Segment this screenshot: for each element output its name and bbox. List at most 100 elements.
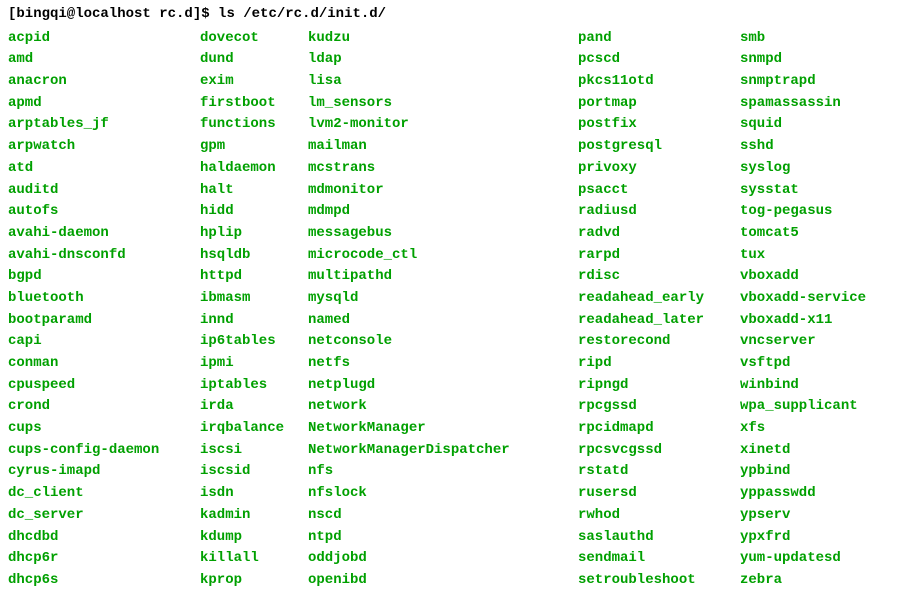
file-entry: tomcat5	[740, 223, 906, 245]
file-entry: network	[308, 396, 578, 418]
file-entry: rarpd	[578, 245, 740, 267]
file-entry: kdump	[200, 527, 308, 549]
file-entry: kadmin	[200, 505, 308, 527]
file-entry: snmptrapd	[740, 71, 906, 93]
file-entry: ldap	[308, 49, 578, 71]
file-entry: readahead_later	[578, 310, 740, 332]
file-entry: netconsole	[308, 331, 578, 353]
file-entry: sshd	[740, 136, 906, 158]
file-entry: ypserv	[740, 505, 906, 527]
file-entry: mysqld	[308, 288, 578, 310]
file-entry: multipathd	[308, 266, 578, 288]
file-entry: dc_server	[8, 505, 200, 527]
file-entry: iscsi	[200, 440, 308, 462]
file-entry: rstatd	[578, 461, 740, 483]
file-entry: pkcs11otd	[578, 71, 740, 93]
file-entry: pcscd	[578, 49, 740, 71]
file-entry: postfix	[578, 114, 740, 136]
file-entry: dhcp6s	[8, 570, 200, 592]
file-entry: spamassassin	[740, 93, 906, 115]
file-entry: hsqldb	[200, 245, 308, 267]
file-entry: netplugd	[308, 375, 578, 397]
file-entry: syslog	[740, 158, 906, 180]
file-entry: rwhod	[578, 505, 740, 527]
ls-output-listing: acpidamdanacronapmdarptables_jfarpwatcha…	[8, 28, 906, 592]
file-entry: iscsid	[200, 461, 308, 483]
file-entry: cyrus-imapd	[8, 461, 200, 483]
file-entry: ip6tables	[200, 331, 308, 353]
file-entry: lisa	[308, 71, 578, 93]
file-entry: arptables_jf	[8, 114, 200, 136]
file-entry: irda	[200, 396, 308, 418]
file-entry: portmap	[578, 93, 740, 115]
file-entry: killall	[200, 548, 308, 570]
file-entry: ipmi	[200, 353, 308, 375]
file-entry: firstboot	[200, 93, 308, 115]
file-entry: arpwatch	[8, 136, 200, 158]
file-entry: yum-updatesd	[740, 548, 906, 570]
file-entry: rpcsvcgssd	[578, 440, 740, 462]
file-entry: nfs	[308, 461, 578, 483]
file-entry: vboxadd-service	[740, 288, 906, 310]
file-entry: oddjobd	[308, 548, 578, 570]
file-entry: dund	[200, 49, 308, 71]
file-entry: nfslock	[308, 483, 578, 505]
file-entry: lm_sensors	[308, 93, 578, 115]
file-entry: tux	[740, 245, 906, 267]
file-entry: cups	[8, 418, 200, 440]
file-entry: kprop	[200, 570, 308, 592]
file-entry: autofs	[8, 201, 200, 223]
file-entry: ripd	[578, 353, 740, 375]
file-entry: dhcp6r	[8, 548, 200, 570]
file-entry: zebra	[740, 570, 906, 592]
file-entry: yppasswdd	[740, 483, 906, 505]
file-entry: cpuspeed	[8, 375, 200, 397]
file-entry: xinetd	[740, 440, 906, 462]
file-entry: squid	[740, 114, 906, 136]
file-entry: vboxadd-x11	[740, 310, 906, 332]
file-entry: tog-pegasus	[740, 201, 906, 223]
file-entry: xfs	[740, 418, 906, 440]
file-entry: microcode_ctl	[308, 245, 578, 267]
file-entry: rusersd	[578, 483, 740, 505]
file-entry: isdn	[200, 483, 308, 505]
file-entry: postgresql	[578, 136, 740, 158]
file-entry: vsftpd	[740, 353, 906, 375]
listing-column-2: dovecotdundeximfirstbootfunctionsgpmhald…	[200, 28, 308, 592]
file-entry: capi	[8, 331, 200, 353]
file-entry: innd	[200, 310, 308, 332]
file-entry: rdisc	[578, 266, 740, 288]
file-entry: functions	[200, 114, 308, 136]
file-entry: setroubleshoot	[578, 570, 740, 592]
terminal-prompt-line: [bingqi@localhost rc.d]$ ls /etc/rc.d/in…	[8, 4, 906, 26]
file-entry: ypxfrd	[740, 527, 906, 549]
file-entry: saslauthd	[578, 527, 740, 549]
file-entry: ripngd	[578, 375, 740, 397]
file-entry: rpcgssd	[578, 396, 740, 418]
file-entry: privoxy	[578, 158, 740, 180]
file-entry: crond	[8, 396, 200, 418]
file-entry: radvd	[578, 223, 740, 245]
file-entry: mailman	[308, 136, 578, 158]
file-entry: hplip	[200, 223, 308, 245]
file-entry: kudzu	[308, 28, 578, 50]
file-entry: ypbind	[740, 461, 906, 483]
file-entry: named	[308, 310, 578, 332]
file-entry: netfs	[308, 353, 578, 375]
prompt-user-host: [bingqi@localhost rc.d]$	[8, 6, 210, 22]
file-entry: avahi-dnsconfd	[8, 245, 200, 267]
file-entry: bgpd	[8, 266, 200, 288]
file-entry: sysstat	[740, 180, 906, 202]
file-entry: snmpd	[740, 49, 906, 71]
file-entry: bootparamd	[8, 310, 200, 332]
file-entry: lvm2-monitor	[308, 114, 578, 136]
file-entry: amd	[8, 49, 200, 71]
file-entry: ntpd	[308, 527, 578, 549]
file-entry: openibd	[308, 570, 578, 592]
file-entry: dovecot	[200, 28, 308, 50]
file-entry: httpd	[200, 266, 308, 288]
file-entry: apmd	[8, 93, 200, 115]
file-entry: cups-config-daemon	[8, 440, 200, 462]
file-entry: vncserver	[740, 331, 906, 353]
file-entry: sendmail	[578, 548, 740, 570]
